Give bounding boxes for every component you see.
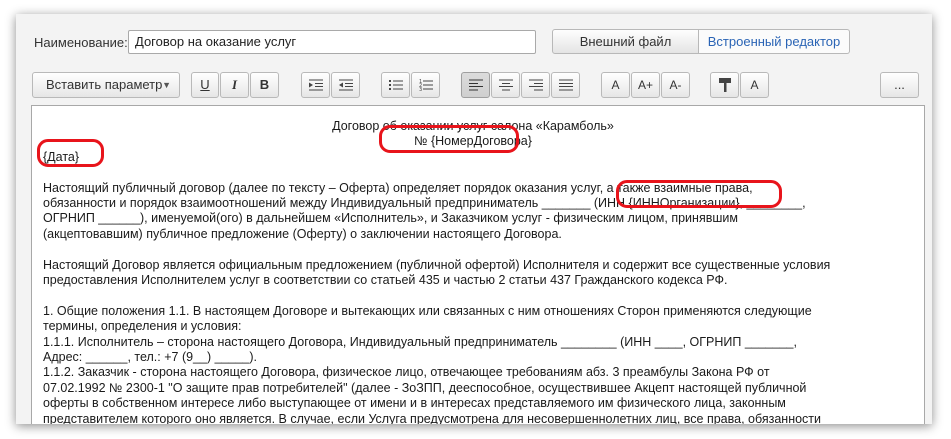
contract-number-field: № {НомерДоговора} [414, 134, 532, 149]
document-line: ОГРНИП ______), именуемой(ого) в дальней… [43, 211, 738, 226]
align-center-icon [498, 79, 513, 91]
bold-button[interactable]: B [250, 72, 279, 98]
underline-button[interactable]: U [191, 72, 219, 98]
clear-format-button[interactable]: A [740, 72, 769, 98]
more-actions-button[interactable]: ... [880, 72, 919, 98]
document-title: Договор об оказании услуг салона «Карамб… [332, 119, 614, 133]
document-line: термины, определения и условия: [43, 319, 242, 334]
document-line: оферты в собственном интересе либо высту… [43, 396, 786, 411]
bullet-list-button[interactable] [381, 72, 410, 98]
document-line: (акцептовавшим) публичное предложение (О… [43, 226, 562, 241]
contract-date-field: {Дата} [43, 149, 80, 164]
document-line: Адрес: ______, тел.: +7 (9__) _____). [43, 350, 257, 365]
document-line: 1.1.1. Исполнитель – сторона настоящего … [43, 334, 797, 349]
align-left-button[interactable] [461, 72, 490, 98]
external-file-button[interactable]: Внешний файл [552, 29, 699, 54]
document-line: представителем которого оно является. В … [43, 411, 822, 424]
insert-parameter-label: Вставить параметр [46, 77, 163, 92]
font-size-button[interactable]: A [601, 72, 630, 98]
document-line: предоставления Исполнителем услуг в соот… [43, 273, 728, 288]
document-paragraphs: Настоящий публичный договор (далее по те… [43, 181, 903, 424]
align-center-button[interactable] [491, 72, 520, 98]
align-justify-icon [558, 79, 573, 91]
align-right-button[interactable] [521, 72, 550, 98]
insert-parameter-button[interactable]: Вставить параметр ▼ [32, 72, 180, 98]
italic-button[interactable]: I [220, 72, 249, 98]
document-editor[interactable]: Договор об оказании услуг салона «Карамб… [31, 105, 925, 424]
document-line: Настоящий Договор является официальным п… [43, 257, 831, 272]
chevron-down-icon: ▼ [162, 80, 171, 90]
font-size-decrease-button[interactable]: A- [661, 72, 690, 98]
indent-increase-icon [308, 79, 323, 91]
indent-decrease-icon [338, 79, 353, 91]
built-in-editor-button[interactable]: Встроенный редактор [699, 29, 850, 54]
document-body: Договор об оказании услуг салона «Карамб… [43, 119, 903, 424]
numbered-list-icon: 123 [419, 79, 433, 91]
align-justify-button[interactable] [551, 72, 580, 98]
paint-format-icon [718, 78, 731, 92]
contract-template-window: Наименование: Договор на оказание услуг … [16, 14, 932, 424]
align-left-icon [468, 79, 483, 91]
bullet-list-icon [388, 80, 403, 90]
indent-decrease-button[interactable] [331, 72, 360, 98]
svg-text:3: 3 [419, 87, 422, 91]
document-line: Настоящий публичный договор (далее по те… [43, 180, 753, 195]
align-right-icon [528, 79, 543, 91]
document-line: 1.1.2. Заказчик - сторона настоящего Дог… [43, 365, 770, 380]
paint-format-button[interactable] [710, 72, 739, 98]
document-line: обязанности и порядок взаимоотношений ме… [43, 196, 806, 211]
name-input[interactable]: Договор на оказание услуг [128, 30, 536, 54]
indent-increase-button[interactable] [301, 72, 330, 98]
font-size-increase-button[interactable]: A+ [631, 72, 660, 98]
numbered-list-button[interactable]: 123 [411, 72, 440, 98]
document-line: 1. Общие положения 1.1. В настоящем Дого… [43, 303, 812, 318]
name-label: Наименование: [34, 35, 128, 50]
document-line: 07.02.1992 № 2300-1 "О защите прав потре… [43, 380, 807, 395]
